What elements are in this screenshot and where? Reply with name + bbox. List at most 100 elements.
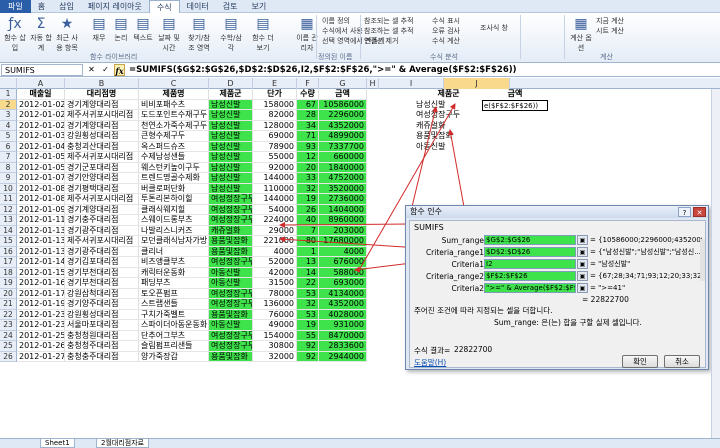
cell[interactable]: 1404000: [319, 204, 367, 215]
row-header-19[interactable]: 19: [0, 278, 17, 289]
ribbon-item-0[interactable]: 이름 정의: [322, 16, 350, 26]
cell[interactable]: 221000: [253, 236, 297, 247]
row-header-15[interactable]: 15: [0, 236, 17, 247]
ribbon-item-9[interactable]: 조사식 창: [480, 23, 508, 33]
ribbon-item-5[interactable]: 연결선 제거: [364, 36, 398, 46]
cell[interactable]: 67: [297, 99, 319, 110]
cell[interactable]: 49000: [253, 320, 297, 331]
row-header-6[interactable]: 6: [0, 141, 17, 152]
collapse-dialog-icon[interactable]: ▣: [577, 283, 588, 293]
cell[interactable]: 33: [297, 173, 319, 184]
cell[interactable]: 웨스턴키높이구두: [139, 162, 209, 173]
cell[interactable]: 31500: [253, 278, 297, 289]
cell[interactable]: 토오픈펌프: [139, 288, 209, 299]
cell[interactable]: 남성신발: [209, 141, 253, 152]
cell[interactable]: 2012-01-11: [17, 215, 65, 226]
cell[interactable]: 931000: [319, 320, 367, 331]
cell[interactable]: 여성정장구두: [209, 215, 253, 226]
cell[interactable]: 158000: [253, 99, 297, 110]
ribbon-item-4[interactable]: 참조하는 셀 추적: [364, 26, 414, 36]
cell[interactable]: 4352000: [319, 299, 367, 310]
cell[interactable]: 71: [297, 131, 319, 142]
cell[interactable]: 용품및잡화: [209, 309, 253, 320]
cell[interactable]: 2012-01-13: [17, 246, 65, 257]
cell[interactable]: 여성정장구두: [209, 288, 253, 299]
cell[interactable]: 154000: [253, 330, 297, 341]
cell[interactable]: 20: [297, 162, 319, 173]
cell[interactable]: 경기계양대리점: [65, 204, 139, 215]
cell[interactable]: 단추어그부츠: [139, 330, 209, 341]
argument-input[interactable]: $G$2:$G$26: [484, 235, 576, 245]
cell[interactable]: 경기광주대리점: [65, 246, 139, 257]
cell[interactable]: 강원횡성대리점: [65, 309, 139, 320]
sheet-tab[interactable]: 2월대리점자료: [96, 439, 150, 448]
cell[interactable]: 천연소가죽수제구두: [139, 120, 209, 131]
cell[interactable]: 여성정장구두: [209, 299, 253, 310]
cell[interactable]: 2833600: [319, 341, 367, 352]
cell[interactable]: 제주서귀포시대리점: [65, 110, 139, 121]
cell[interactable]: 22: [297, 278, 319, 289]
cell[interactable]: 78000: [253, 288, 297, 299]
row-header-16[interactable]: 16: [0, 246, 17, 257]
cell[interactable]: 모던클래식남자가방: [139, 236, 209, 247]
cell[interactable]: 용품및잡화: [209, 246, 253, 257]
ribbon-button-2[interactable]: ★ 최근 사용 항목: [54, 16, 80, 52]
cell[interactable]: 제품명: [139, 89, 209, 100]
row-header-4[interactable]: 4: [0, 120, 17, 131]
ribbon-button-1[interactable]: Σ 자동 합계: [28, 16, 54, 52]
ribbon-button-6[interactable]: ▤ 날짜 및 시간: [156, 16, 182, 52]
ribbon-tab-0[interactable]: 파일: [0, 0, 31, 13]
column-header-A[interactable]: A: [17, 78, 65, 89]
cell[interactable]: 도드포인트수재구두: [139, 110, 209, 121]
cell[interactable]: 93: [297, 141, 319, 152]
cell[interactable]: 경기광주대리점: [65, 225, 139, 236]
cell[interactable]: 남성신발: [209, 131, 253, 142]
cell[interactable]: 676000: [319, 257, 367, 268]
cell[interactable]: 대리점명: [65, 89, 139, 100]
cell[interactable]: 2944000: [319, 351, 367, 362]
cell[interactable]: 4000: [253, 246, 297, 257]
ribbon-item-7[interactable]: 오류 검사: [432, 26, 460, 36]
collapse-dialog-icon[interactable]: ▣: [577, 247, 588, 257]
cell[interactable]: 2012-01-04: [17, 141, 65, 152]
cell[interactable]: 경기계양대리점: [65, 120, 139, 131]
ribbon-button-9[interactable]: ▤ 함수 더 보기: [250, 16, 276, 52]
cell[interactable]: 제주서귀포시대리점: [65, 194, 139, 205]
row-header-9[interactable]: 9: [0, 173, 17, 184]
cell[interactable]: 금액: [319, 89, 367, 100]
column-header-F[interactable]: F: [297, 78, 319, 89]
cell[interactable]: 2012-01-05: [17, 152, 65, 163]
cell[interactable]: 제품군: [209, 89, 253, 100]
cell[interactable]: 경기양주대리점: [65, 299, 139, 310]
ribbon-tab-7[interactable]: 보기: [244, 0, 273, 13]
ribbon-tab-4[interactable]: 수식: [148, 0, 180, 13]
row-header-26[interactable]: 26: [0, 351, 17, 362]
cell[interactable]: 10586000: [319, 99, 367, 110]
row-header-14[interactable]: 14: [0, 225, 17, 236]
cell[interactable]: 92: [297, 341, 319, 352]
cell[interactable]: 144000: [253, 173, 297, 184]
cell[interactable]: 52000: [253, 257, 297, 268]
argument-input[interactable]: $F$2:$F$26: [484, 271, 576, 281]
cell[interactable]: 아동신발: [209, 267, 253, 278]
ribbon-button-0[interactable]: ƒx 함수 삽입: [2, 16, 28, 52]
ribbon-button-7[interactable]: ▤ 찾기/참조 영역: [186, 16, 212, 52]
cell[interactable]: 7337700: [319, 141, 367, 152]
cell[interactable]: 버클로퍼단화: [139, 183, 209, 194]
cell[interactable]: 32: [297, 299, 319, 310]
calc-options-button[interactable]: ▦ 계산 옵션: [568, 16, 594, 52]
row-header-25[interactable]: 25: [0, 341, 17, 352]
row-header-13[interactable]: 13: [0, 215, 17, 226]
cell[interactable]: 비비포패수츠: [139, 99, 209, 110]
cell[interactable]: 2012-01-09: [17, 204, 65, 215]
row-header-17[interactable]: 17: [0, 257, 17, 268]
row-header-11[interactable]: 11: [0, 194, 17, 205]
cell[interactable]: 2012-01-03: [17, 131, 65, 142]
cell[interactable]: 80: [297, 236, 319, 247]
ribbon-item-10[interactable]: 지금 계산: [596, 16, 624, 26]
cell[interactable]: 2012-01-13: [17, 236, 65, 247]
cell[interactable]: 92000: [253, 162, 297, 173]
column-header-I[interactable]: I: [379, 78, 444, 89]
row-header-10[interactable]: 10: [0, 183, 17, 194]
close-icon[interactable]: ✕: [693, 207, 706, 217]
